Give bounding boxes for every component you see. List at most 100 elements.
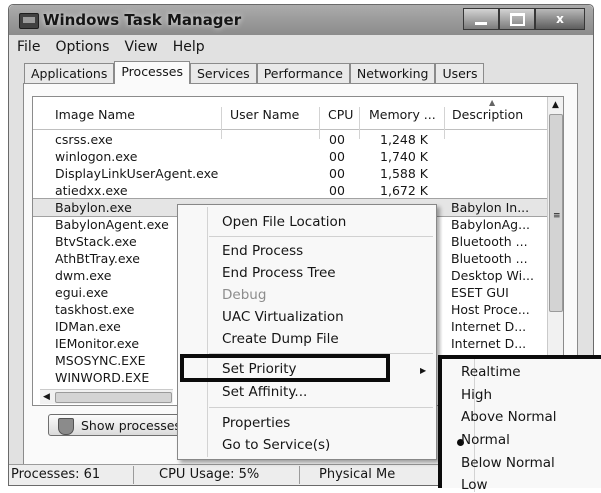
process-name: BabylonAgent.exe <box>55 217 169 232</box>
menu-open-file-location[interactable]: Open File Location <box>222 214 346 230</box>
process-name: MSOSYNC.EXE <box>55 353 146 368</box>
scroll-thumb[interactable]: ≡ <box>549 114 563 312</box>
status-divider <box>133 466 134 484</box>
menu-file[interactable]: File <box>11 39 49 59</box>
menu-end-process-tree[interactable]: End Process Tree <box>222 265 336 281</box>
menu-bar: File Options View Help <box>11 39 214 59</box>
tab-networking[interactable]: Networking <box>349 63 436 84</box>
sort-ascending-icon: ▲ <box>489 98 496 107</box>
horizontal-scrollbar[interactable]: ◀ <box>40 389 173 404</box>
process-cpu: 00 <box>329 166 345 181</box>
process-name: egui.exe <box>55 285 109 300</box>
tab-processes[interactable]: Processes <box>114 61 190 84</box>
menu-end-process[interactable]: End Process <box>222 243 303 259</box>
process-description: Internet D... <box>451 319 527 334</box>
maximize-button[interactable] <box>499 8 535 30</box>
title-bar[interactable]: Windows Task Manager x <box>9 5 593 35</box>
minimize-button[interactable] <box>463 8 499 30</box>
table-row[interactable]: atiedxx.exe 00 1,672 K <box>33 182 548 199</box>
process-context-menu: Open File Location End Process End Proce… <box>177 204 437 460</box>
process-name: atiedxx.exe <box>55 183 128 198</box>
menu-gutter <box>207 207 208 457</box>
process-name: AthBtTray.exe <box>55 251 140 266</box>
process-name: IEMonitor.exe <box>55 336 140 351</box>
process-name: WINWORD.EXE <box>55 370 150 385</box>
column-user-name[interactable]: User Name <box>230 107 299 122</box>
menu-go-to-service[interactable]: Go to Service(s) <box>222 437 330 453</box>
process-name: taskhost.exe <box>55 302 135 317</box>
process-description: Internet D... <box>451 336 527 351</box>
priority-below-normal[interactable]: Below Normal <box>461 455 555 471</box>
column-image-name[interactable]: Image Name <box>55 107 135 122</box>
close-icon: x <box>556 12 564 26</box>
tab-strip: Applications Processes Services Performa… <box>24 61 485 84</box>
process-name: BtvStack.exe <box>55 234 137 249</box>
process-name: DisplayLinkUserAgent.exe <box>55 166 219 181</box>
process-memory: 1,672 K <box>380 183 428 198</box>
column-memory[interactable]: Memory ... <box>369 107 436 122</box>
process-description: Bluetooth ... <box>451 234 528 249</box>
priority-low[interactable]: Low <box>461 477 488 493</box>
status-memory: Physical Me <box>319 467 396 482</box>
table-row[interactable]: DisplayLinkUserAgent.exe 00 1,588 K <box>33 165 548 182</box>
tab-services[interactable]: Services <box>189 63 257 84</box>
menu-help[interactable]: Help <box>167 39 214 59</box>
process-description: Bluetooth ... <box>451 251 528 266</box>
process-description: ESET GUI <box>451 285 509 300</box>
priority-submenu: Realtime High Above Normal Normal Below … <box>438 355 601 493</box>
status-processes: Processes: 61 <box>11 467 101 482</box>
menu-uac-virtualization[interactable]: UAC Virtualization <box>222 309 344 325</box>
process-name: IDMan.exe <box>55 319 121 334</box>
process-cpu: 00 <box>329 183 345 198</box>
process-memory: 1,248 K <box>380 132 428 147</box>
priority-high[interactable]: High <box>461 387 492 403</box>
menu-debug: Debug <box>222 287 267 303</box>
menu-separator <box>209 236 433 237</box>
priority-above-normal[interactable]: Above Normal <box>461 409 557 425</box>
grip-icon: ≡ <box>553 211 561 221</box>
task-manager-icon <box>19 13 39 29</box>
table-row[interactable]: csrss.exe 00 1,248 K <box>33 131 548 148</box>
status-divider <box>299 466 300 484</box>
window-controls: x <box>463 8 585 30</box>
menu-properties[interactable]: Properties <box>222 415 290 431</box>
process-description: BabylonAg... <box>451 217 531 232</box>
process-description: Host Proce... <box>451 302 530 317</box>
show-processes-button[interactable]: Show processes <box>48 414 188 436</box>
menu-create-dump-file[interactable]: Create Dump File <box>222 331 339 347</box>
set-priority-highlight <box>180 354 390 382</box>
process-description: Desktop Wi... <box>451 268 535 283</box>
scroll-left-icon[interactable]: ◀ <box>43 390 50 404</box>
process-name: Babylon.exe <box>55 200 132 215</box>
menu-view[interactable]: View <box>118 39 166 59</box>
submenu-arrow-icon: ▶ <box>420 366 427 375</box>
process-list-header: Image Name User Name CPU Memory ... Desc… <box>33 97 548 139</box>
tab-users[interactable]: Users <box>435 63 485 84</box>
status-cpu: CPU Usage: 5% <box>159 467 260 482</box>
horizontal-scroll-thumb[interactable] <box>55 392 172 403</box>
minimize-icon <box>475 21 487 25</box>
show-processes-label: Show processes <box>81 418 181 433</box>
process-name: dwm.exe <box>55 268 112 283</box>
menu-separator <box>209 407 433 408</box>
menu-set-affinity[interactable]: Set Affinity... <box>222 384 307 400</box>
tab-applications[interactable]: Applications <box>24 63 115 84</box>
scroll-up-icon[interactable]: ▲ <box>548 97 563 113</box>
tab-performance[interactable]: Performance <box>256 63 350 84</box>
process-name: winlogon.exe <box>55 149 138 164</box>
process-cpu: 00 <box>329 149 345 164</box>
process-name: csrss.exe <box>55 132 113 147</box>
close-button[interactable]: x <box>535 8 585 30</box>
process-memory: 1,740 K <box>380 149 428 164</box>
process-cpu: 00 <box>329 132 345 147</box>
column-cpu[interactable]: CPU <box>328 107 353 122</box>
process-memory: 1,588 K <box>380 166 428 181</box>
column-description[interactable]: Description <box>452 107 523 122</box>
priority-normal[interactable]: Normal <box>461 432 510 448</box>
window-title: Windows Task Manager <box>43 11 242 29</box>
priority-realtime[interactable]: Realtime <box>461 364 521 380</box>
uac-shield-icon <box>58 418 74 435</box>
table-row[interactable]: winlogon.exe 00 1,740 K <box>33 148 548 165</box>
maximize-icon <box>509 12 525 26</box>
menu-options[interactable]: Options <box>49 39 118 59</box>
